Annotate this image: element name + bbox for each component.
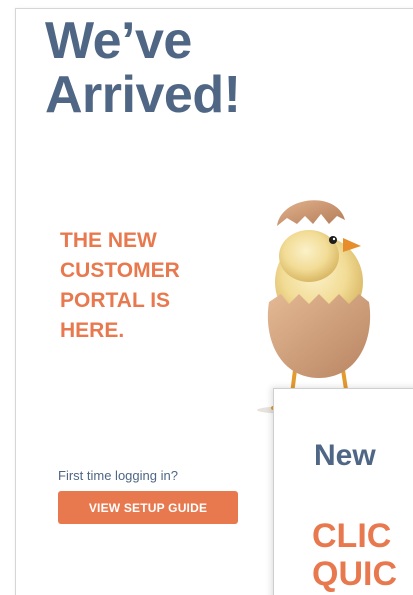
overlay-title: New [314,439,376,472]
overlay-cta-line: QUIC [312,555,397,593]
subheading-line: CUSTOMER [60,259,180,282]
overlay-card: New CLIC QUIC [273,388,413,595]
subheading-line: PORTAL IS [60,289,171,312]
portal-subheading: THE NEW CUSTOMER PORTAL IS HERE. [60,226,180,346]
subheading-line: THE NEW [60,229,157,252]
first-time-prompt: First time logging in? [58,468,178,483]
overlay-cta-text: CLIC QUIC [312,517,397,593]
view-setup-guide-button[interactable]: VIEW SETUP GUIDE [58,491,238,524]
headline-line: We’ve [45,12,192,70]
headline-line: Arrived! [45,66,241,124]
overlay-cta-line: CLIC [312,517,392,555]
page-headline: We’ve Arrived! [45,12,241,124]
page-canvas: We’ve Arrived! THE NEW CUSTOMER PORTAL I… [0,0,413,595]
subheading-line: HERE. [60,319,125,342]
